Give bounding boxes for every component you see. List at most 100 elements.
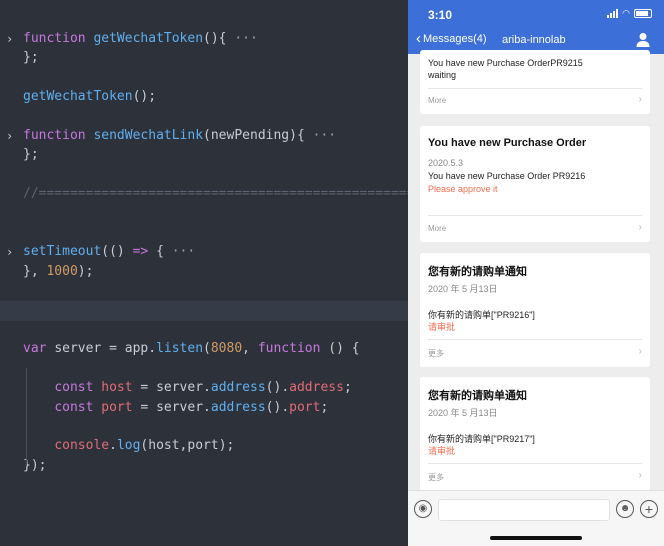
- chevron-right-icon: ›: [638, 470, 642, 481]
- emoji-icon[interactable]: ☻: [616, 500, 634, 518]
- code-token: setTimeout: [23, 244, 102, 260]
- code-line[interactable]: [0, 281, 408, 301]
- code-text: getWechatToken();: [23, 87, 156, 107]
- code-line[interactable]: var server = app.listen(8080, function (…: [0, 339, 408, 359]
- code-token: address: [210, 399, 266, 415]
- code-token: port: [289, 399, 321, 415]
- card-divider: [428, 88, 642, 89]
- card-text: You have new Purchase Order PR9216: [428, 171, 586, 181]
- code-token: (newPending){: [203, 128, 313, 143]
- code-line[interactable]: }, 1000);: [0, 262, 408, 282]
- more-link[interactable]: 更多: [428, 472, 444, 483]
- voice-icon[interactable]: ◉: [414, 500, 432, 518]
- code-line[interactable]: console.log(host,port);: [0, 436, 408, 456]
- message-card[interactable]: 您有新的请购单通知 2020 年 5 月13日 你有新的请购单["PR9217"…: [420, 377, 650, 491]
- code-text: const port = server.address().port;: [23, 398, 328, 418]
- message-input[interactable]: [438, 499, 610, 521]
- chat-area[interactable]: You have new Purchase OrderPR9215 waitin…: [408, 50, 664, 491]
- code-token: ···: [234, 31, 258, 46]
- card-date: 2020 年 5 月13日: [428, 408, 498, 418]
- card-divider: [428, 215, 642, 216]
- code-line[interactable]: [0, 204, 408, 224]
- fold-chevron-icon[interactable]: ›: [6, 126, 18, 146]
- code-line[interactable]: const host = server.address().address;: [0, 378, 408, 398]
- code-text: };: [23, 145, 39, 165]
- user-icon[interactable]: [636, 32, 650, 48]
- code-line[interactable]: [0, 223, 408, 243]
- fold-chevron-icon[interactable]: ›: [6, 29, 18, 49]
- code-token: ;: [320, 399, 329, 415]
- code-line[interactable]: › function getWechatToken(){ ···: [0, 29, 408, 49]
- code-line[interactable]: [0, 359, 408, 379]
- card-date: 2020.5.3: [428, 158, 464, 168]
- code-text: console.log(host,port);: [23, 436, 234, 456]
- card-date: 2020 年 5 月13日: [428, 284, 498, 294]
- code-text: };: [23, 48, 39, 68]
- signal-icon: [607, 9, 619, 18]
- message-card[interactable]: You have new Purchase Order 2020.5.3 You…: [420, 126, 650, 242]
- chevron-left-icon: ‹: [416, 30, 421, 47]
- card-warning: 请审批: [428, 322, 456, 332]
- card-divider: [428, 463, 642, 464]
- code-token: address: [289, 380, 344, 396]
- chat-title: ariba-innolab: [502, 34, 566, 46]
- code-editor[interactable]: › function getWechatToken(){ ···}; getWech…: [0, 0, 408, 546]
- message-card[interactable]: 您有新的请购单通知 2020 年 5 月13日 你有新的请购单["PR9216"…: [420, 253, 650, 367]
- code-line[interactable]: getWechatToken();: [0, 87, 408, 107]
- code-token: server = app.: [54, 341, 157, 357]
- code-line[interactable]: };: [0, 145, 408, 165]
- more-link[interactable]: More: [428, 224, 446, 233]
- code-line[interactable]: › setTimeout(() => { ···: [0, 242, 408, 262]
- code-line[interactable]: const port = server.address().port;: [0, 398, 408, 418]
- code-token: = server.: [132, 380, 211, 396]
- chevron-right-icon: ›: [638, 222, 642, 233]
- code-token: function: [23, 128, 94, 143]
- code-line[interactable]: › function sendWechatLink(newPending){ ··…: [0, 126, 408, 146]
- code-line[interactable]: };: [0, 48, 408, 68]
- card-title: You have new Purchase Order: [428, 137, 587, 149]
- code-token: host: [101, 380, 133, 396]
- plus-icon[interactable]: +: [640, 500, 658, 518]
- code-token: (: [203, 341, 211, 357]
- code-token: );: [77, 263, 94, 279]
- code-token: };: [23, 147, 39, 163]
- code-line[interactable]: //======================================…: [0, 184, 408, 204]
- card-title: 您有新的请购单通知: [428, 390, 527, 402]
- code-line[interactable]: [0, 320, 408, 340]
- code-line[interactable]: [0, 165, 408, 185]
- code-token: =>: [132, 244, 149, 260]
- code-token: ().: [265, 399, 290, 415]
- code-token: 1000: [46, 263, 78, 279]
- code-line[interactable]: [0, 300, 408, 321]
- code-token: ().: [265, 380, 290, 396]
- code-line[interactable]: });: [0, 456, 408, 476]
- code-token: },: [23, 263, 47, 279]
- code-token: ((): [101, 244, 133, 260]
- code-token: log: [116, 438, 141, 454]
- wifi-icon: ◠: [622, 8, 630, 18]
- code-text: const host = server.address().address;: [23, 378, 352, 398]
- code-token: ,: [242, 341, 258, 357]
- code-token: () {: [320, 341, 360, 357]
- back-button[interactable]: ‹ Messages(4): [416, 30, 487, 47]
- code-line[interactable]: [0, 68, 408, 88]
- code-line[interactable]: [0, 417, 408, 437]
- code-token: ;: [343, 380, 352, 396]
- code-token: listen: [156, 341, 204, 357]
- code-token: var: [23, 341, 55, 357]
- more-link[interactable]: 更多: [428, 348, 444, 359]
- fold-chevron-icon[interactable]: ›: [6, 242, 18, 262]
- code-text: var server = app.listen(8080, function (…: [23, 339, 360, 359]
- more-link[interactable]: More: [428, 96, 446, 105]
- code-token: ();: [132, 89, 157, 105]
- code-token: (){: [203, 31, 235, 46]
- message-card[interactable]: You have new Purchase OrderPR9215 waitin…: [420, 50, 650, 114]
- indent-guide: [26, 368, 27, 464]
- code-token: getWechatToken: [93, 31, 204, 46]
- status-time: 3:10: [428, 8, 453, 22]
- code-token: ···: [171, 244, 196, 260]
- code-line[interactable]: [0, 107, 408, 127]
- status-bar: 3:10 ◠: [408, 0, 664, 28]
